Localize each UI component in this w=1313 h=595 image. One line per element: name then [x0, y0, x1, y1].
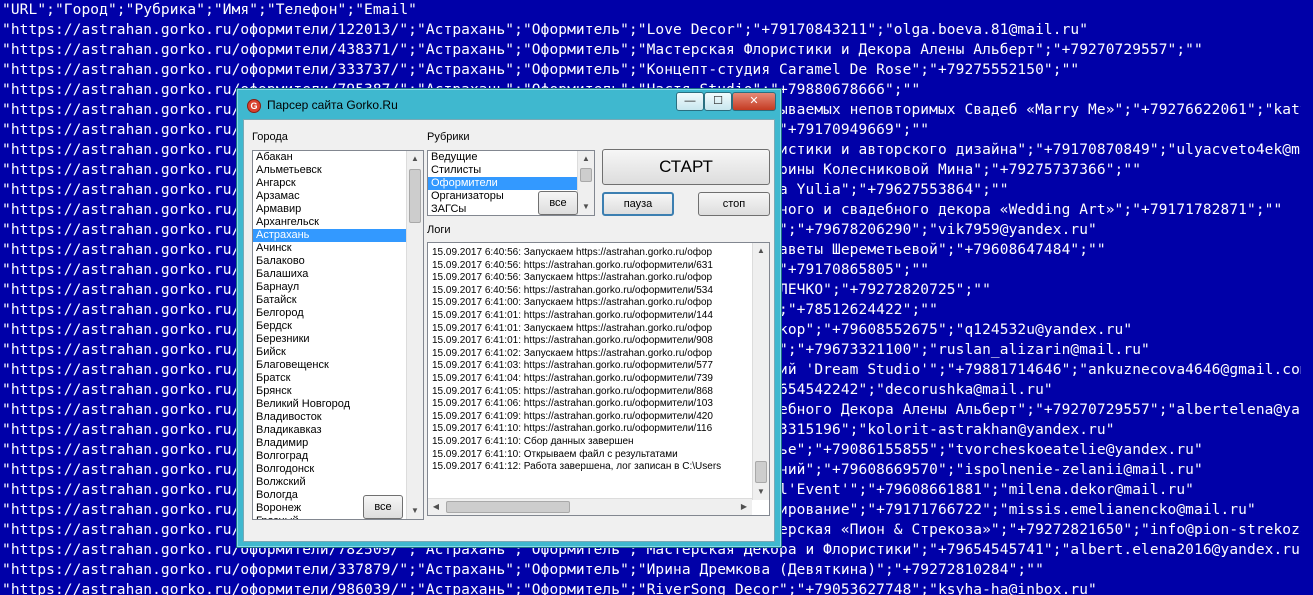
background-line: "https://astrahan.gorko.ru/оформители/98…: [2, 582, 1097, 595]
city-list-item[interactable]: Волгодонск: [253, 463, 423, 476]
city-list-item[interactable]: Волжский: [253, 476, 423, 489]
log-line: 15.09.2017 6:41:00: Запускаем https://as…: [432, 297, 713, 309]
parser-window: G Парсер сайта Gorko.Ru — ☐ ✕ Города Аба…: [236, 88, 782, 548]
logs-lines: 15.09.2017 6:40:56: Запускаем https://as…: [428, 243, 769, 474]
rubrics-select-all-button[interactable]: все: [538, 191, 578, 215]
scroll-right-arrow-icon[interactable]: ▶: [736, 499, 752, 515]
scroll-up-arrow-icon[interactable]: ▲: [578, 151, 594, 167]
scroll-thumb[interactable]: [446, 501, 570, 513]
stop-button[interactable]: стоп: [698, 192, 770, 216]
logs-vertical-scrollbar[interactable]: ▲ ▼: [752, 243, 769, 500]
scroll-down-arrow-icon[interactable]: ▼: [753, 484, 769, 500]
cities-select-all-button[interactable]: все: [363, 495, 403, 519]
log-line: 15.09.2017 6:41:10: https://astrahan.gor…: [432, 423, 713, 435]
background-scrollbar[interactable]: [1301, 0, 1313, 595]
log-line: 15.09.2017 6:40:56: https://astrahan.gor…: [432, 259, 713, 271]
cities-listbox[interactable]: Абакан Альметьевск Ангарск Арзамас Армавир Ар…: [252, 150, 424, 520]
background-line: "https://astrahan.gorko.ru/оформители/43…: [2, 42, 1203, 58]
rubrics-scrollbar[interactable]: ▲ ▼: [577, 151, 594, 215]
app-icon: G: [247, 99, 261, 113]
background-line: "URL";"Город";"Рубрика";"Имя";"Телефон";…: [2, 2, 417, 18]
log-line: 15.09.2017 6:41:10: Открываем файл с рез…: [432, 448, 678, 460]
city-list-item[interactable]: Братск: [253, 372, 423, 385]
log-line: 15.09.2017 6:41:02: Запускаем https://as…: [432, 347, 713, 359]
scroll-thumb[interactable]: [755, 461, 767, 483]
background-line: "https://astrahan.gorko.ru/оформители/33…: [2, 562, 1044, 578]
log-line: 15.09.2017 6:40:56: https://astrahan.gor…: [432, 284, 713, 296]
city-list-item[interactable]: Бердск: [253, 320, 423, 333]
city-list-item[interactable]: Ангарск: [253, 177, 423, 190]
log-line: 15.09.2017 6:41:06: https://astrahan.gor…: [432, 398, 713, 410]
rubrics-label: Рубрики: [427, 131, 470, 143]
city-list-item[interactable]: Астрахань: [253, 229, 423, 242]
logs-label: Логи: [427, 224, 451, 236]
city-list-item[interactable]: Арзамас: [253, 190, 423, 203]
rubric-list-item[interactable]: Оформители: [428, 177, 594, 190]
rubric-list-item[interactable]: Ведущие: [428, 151, 594, 164]
city-list-item[interactable]: Батайск: [253, 294, 423, 307]
city-list-item[interactable]: Благовещенск: [253, 359, 423, 372]
close-button[interactable]: ✕: [732, 92, 776, 111]
city-list-item[interactable]: Армавир: [253, 203, 423, 216]
maximize-button[interactable]: ☐: [704, 92, 732, 111]
scroll-left-arrow-icon[interactable]: ◀: [428, 499, 444, 515]
log-line: 15.09.2017 6:41:04: https://astrahan.gor…: [432, 372, 713, 384]
log-line: 15.09.2017 6:41:05: https://astrahan.gor…: [432, 385, 713, 397]
log-line: 15.09.2017 6:40:56: Запускаем https://as…: [432, 272, 713, 284]
city-list-item[interactable]: Белгород: [253, 307, 423, 320]
city-list-item[interactable]: Балаково: [253, 255, 423, 268]
start-button[interactable]: СТАРТ: [602, 149, 770, 185]
log-line: 15.09.2017 6:41:03: https://astrahan.gor…: [432, 360, 713, 372]
scroll-down-arrow-icon[interactable]: ▼: [407, 503, 423, 519]
cities-items: Абакан Альметьевск Ангарск Арзамас Армавир Ар…: [253, 151, 423, 519]
logs-horizontal-scrollbar[interactable]: ◀ ▶: [428, 498, 752, 515]
city-list-item[interactable]: Волгоград: [253, 450, 423, 463]
scroll-up-arrow-icon[interactable]: ▲: [753, 243, 769, 259]
log-line: 15.09.2017 6:40:56: Запускаем https://as…: [432, 247, 713, 258]
scroll-up-arrow-icon[interactable]: ▲: [407, 151, 423, 167]
log-line: 15.09.2017 6:41:01: https://astrahan.gor…: [432, 309, 713, 321]
scroll-thumb[interactable]: [580, 168, 592, 182]
city-list-item[interactable]: Ачинск: [253, 242, 423, 255]
city-list-item[interactable]: Владивосток: [253, 411, 423, 424]
pause-button[interactable]: пауза: [602, 192, 674, 216]
rubric-list-item[interactable]: Стилисты: [428, 164, 594, 177]
cities-scrollbar[interactable]: ▲ ▼: [406, 151, 423, 519]
log-line: 15.09.2017 6:41:01: https://astrahan.gor…: [432, 335, 713, 347]
cities-label: Города: [252, 131, 288, 143]
city-list-item[interactable]: Березники: [253, 333, 423, 346]
city-list-item[interactable]: Абакан: [253, 151, 423, 164]
log-line: 15.09.2017 6:41:01: Запускаем https://as…: [432, 322, 713, 334]
city-list-item[interactable]: Брянск: [253, 385, 423, 398]
client-area: Города Абакан Альметьевск Ангарск Арзамас Ар…: [243, 119, 775, 542]
minimize-button[interactable]: —: [676, 92, 704, 111]
city-list-item[interactable]: Барнаул: [253, 281, 423, 294]
city-list-item[interactable]: Бийск: [253, 346, 423, 359]
city-list-item[interactable]: Великий Новгород: [253, 398, 423, 411]
city-list-item[interactable]: Альметьевск: [253, 164, 423, 177]
city-list-item[interactable]: Архангельск: [253, 216, 423, 229]
log-line: 15.09.2017 6:41:09: https://astrahan.gor…: [432, 410, 713, 422]
city-list-item[interactable]: Владимир: [253, 437, 423, 450]
scroll-down-arrow-icon[interactable]: ▼: [578, 199, 594, 215]
scroll-thumb[interactable]: [409, 169, 421, 223]
background-line: "https://astrahan.gorko.ru/оформители/33…: [2, 62, 1080, 78]
log-line: 15.09.2017 6:41:10: Сбор данных завершен: [432, 435, 634, 447]
rubrics-listbox[interactable]: Ведущие Стилисты Оформители Организаторы ЗАГ…: [427, 150, 595, 216]
logs-textarea[interactable]: 15.09.2017 6:40:56: Запускаем https://as…: [427, 242, 770, 516]
background-line: "https://astrahan.gorko.ru/оформители/12…: [2, 22, 1089, 38]
city-list-item[interactable]: Владикавказ: [253, 424, 423, 437]
title-bar[interactable]: G Парсер сайта Gorko.Ru — ☐ ✕: [237, 89, 781, 119]
window-title: Парсер сайта Gorko.Ru: [267, 98, 398, 112]
city-list-item[interactable]: Балашиха: [253, 268, 423, 281]
log-line: 15.09.2017 6:41:12: Работа завершена, ло…: [432, 461, 722, 473]
